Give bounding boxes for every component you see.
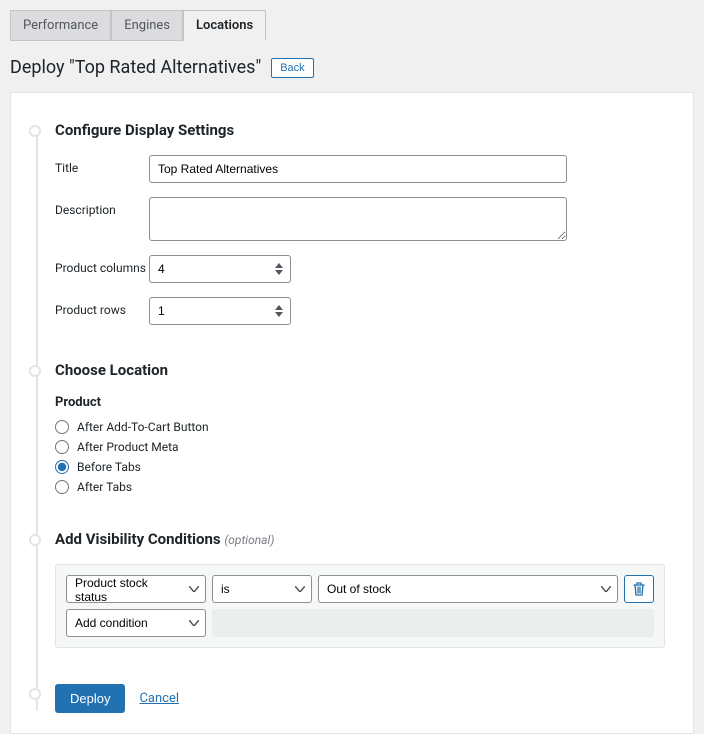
radio-before-tabs[interactable]: Before Tabs — [55, 460, 665, 474]
radio-after-tabs[interactable]: After Tabs — [55, 480, 665, 494]
condition-op-text: is — [221, 582, 230, 596]
condition-value-text: Out of stock — [327, 582, 391, 596]
timeline-dot — [29, 534, 41, 546]
cols-input[interactable] — [149, 255, 291, 283]
cols-label: Product columns — [55, 255, 149, 275]
location-subhead: Product — [55, 395, 665, 410]
chevron-down-icon — [601, 586, 611, 592]
radio-label: After Add-To-Cart Button — [77, 420, 209, 434]
radio-input[interactable] — [55, 460, 69, 474]
description-label: Description — [55, 197, 149, 217]
section-visibility: Add Visibility Conditions (optional) Pro… — [55, 530, 665, 648]
chevron-down-icon — [189, 586, 199, 592]
trash-icon — [633, 582, 645, 596]
conditions-box: Product stock status is Out of stock — [55, 564, 665, 648]
description-input[interactable] — [149, 197, 567, 241]
panel: Configure Display Settings Title Descrip… — [10, 92, 694, 734]
radio-input[interactable] — [55, 480, 69, 494]
condition-field-select[interactable]: Product stock status — [66, 575, 206, 603]
radio-label: After Tabs — [77, 480, 132, 494]
deploy-button[interactable]: Deploy — [55, 684, 125, 713]
optional-text: (optional) — [224, 533, 274, 547]
back-button[interactable]: Back — [271, 58, 313, 78]
tab-locations[interactable]: Locations — [183, 10, 266, 41]
chevron-down-icon — [295, 586, 305, 592]
timeline-dot — [29, 125, 41, 137]
chevron-down-icon — [189, 620, 199, 626]
condition-field-text: Product stock status — [75, 576, 148, 604]
visibility-heading-text: Add Visibility Conditions — [55, 530, 221, 548]
section-actions: Deploy Cancel — [55, 684, 665, 713]
timeline-dot — [29, 365, 41, 377]
add-condition-text: Add condition — [75, 616, 148, 630]
section-location: Choose Location Product After Add-To-Car… — [55, 361, 665, 494]
condition-operator-select[interactable]: is — [212, 575, 312, 603]
radio-after-meta[interactable]: After Product Meta — [55, 440, 665, 454]
title-label: Title — [55, 155, 149, 175]
condition-placeholder — [212, 609, 654, 637]
section-display: Configure Display Settings Title Descrip… — [55, 121, 665, 325]
title-input[interactable] — [149, 155, 567, 183]
tab-performance[interactable]: Performance — [10, 10, 111, 41]
timeline-line — [36, 127, 38, 711]
delete-condition-button[interactable] — [624, 575, 654, 603]
page-header: Deploy "Top Rated Alternatives" Back — [10, 57, 694, 78]
cancel-link[interactable]: Cancel — [139, 691, 179, 706]
radio-input[interactable] — [55, 420, 69, 434]
location-heading: Choose Location — [55, 361, 665, 379]
page-title: Deploy "Top Rated Alternatives" — [10, 57, 261, 78]
display-heading: Configure Display Settings — [55, 121, 665, 139]
rows-input[interactable] — [149, 297, 291, 325]
radio-label: Before Tabs — [77, 460, 141, 474]
condition-value-select[interactable]: Out of stock — [318, 575, 618, 603]
tabs: Performance Engines Locations — [10, 10, 694, 41]
radio-after-add-to-cart[interactable]: After Add-To-Cart Button — [55, 420, 665, 434]
radio-label: After Product Meta — [77, 440, 179, 454]
timeline-dot — [29, 688, 41, 700]
tab-engines[interactable]: Engines — [111, 10, 183, 41]
visibility-heading: Add Visibility Conditions (optional) — [55, 530, 665, 548]
add-condition-select[interactable]: Add condition — [66, 609, 206, 637]
rows-label: Product rows — [55, 297, 149, 317]
radio-input[interactable] — [55, 440, 69, 454]
